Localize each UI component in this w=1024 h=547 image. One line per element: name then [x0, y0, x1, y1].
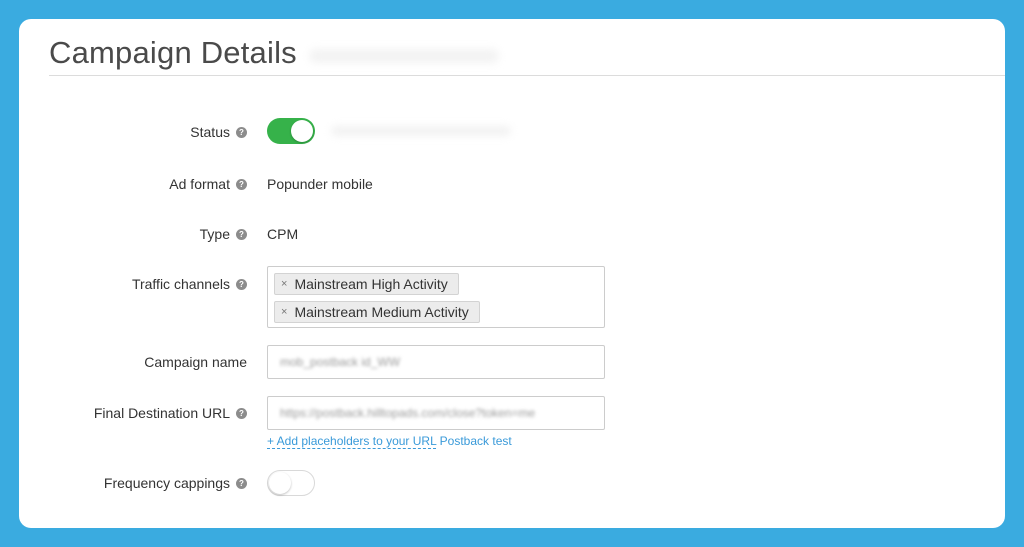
final-destination-url-label-text: Final Destination URL [93, 405, 230, 421]
traffic-channels-multiselect[interactable]: × Mainstream High Activity × Mainstream … [267, 266, 605, 328]
toggle-knob [269, 472, 291, 494]
help-icon[interactable]: ? [236, 178, 247, 190]
type-row: Type ? CPM [19, 225, 1005, 245]
type-label-text: Type [199, 226, 230, 242]
help-icon[interactable]: ? [236, 126, 247, 138]
traffic-channels-label: Traffic channels ? [132, 276, 247, 292]
final-destination-url-row: Final Destination URL ? + Add placeholde… [19, 396, 1005, 449]
traffic-channel-tag: × Mainstream Medium Activity [274, 301, 480, 323]
frequency-cappings-label: Frequency cappings ? [104, 475, 247, 491]
help-icon[interactable]: ? [236, 278, 247, 290]
title-divider [49, 75, 1005, 76]
ad-format-value: Popunder mobile [267, 176, 373, 192]
title-redacted-area [309, 49, 499, 63]
page-title: Campaign Details [49, 35, 297, 70]
add-placeholders-link[interactable]: + Add placeholders to your URL [267, 434, 437, 449]
campaign-name-row: Campaign name [19, 345, 1005, 381]
ad-format-label: Ad format ? [169, 176, 247, 192]
help-icon[interactable]: ? [236, 477, 247, 489]
campaign-name-field[interactable] [267, 345, 605, 379]
campaign-name-label-text: Campaign name [144, 354, 247, 370]
status-redacted-area [331, 126, 511, 136]
status-toggle[interactable] [267, 118, 315, 144]
type-value: CPM [267, 226, 299, 242]
frequency-cappings-row: Frequency cappings ? [19, 470, 1005, 498]
toggle-knob [291, 120, 313, 142]
tag-label: Mainstream High Activity [294, 276, 448, 292]
traffic-channel-tag: × Mainstream High Activity [274, 273, 459, 295]
remove-tag-icon[interactable]: × [281, 274, 287, 294]
final-destination-url-input[interactable] [268, 397, 604, 429]
final-destination-url-label: Final Destination URL ? [94, 405, 247, 421]
status-label-text: Status [190, 124, 230, 140]
campaign-name-input[interactable] [268, 346, 604, 378]
postback-test-link[interactable]: Postback test [440, 434, 512, 448]
status-label: Status ? [190, 124, 247, 140]
url-helper-links: + Add placeholders to your URL Postback … [267, 434, 512, 449]
final-destination-url-field[interactable] [267, 396, 605, 430]
help-icon[interactable]: ? [236, 407, 247, 419]
remove-tag-icon[interactable]: × [281, 302, 287, 322]
status-row: Status ? [19, 118, 1005, 148]
frequency-cappings-label-text: Frequency cappings [103, 475, 230, 491]
traffic-channels-row: Traffic channels ? × Mainstream High Act… [19, 266, 1005, 330]
frequency-cappings-toggle[interactable] [267, 470, 315, 496]
traffic-channels-label-text: Traffic channels [131, 276, 230, 292]
help-icon[interactable]: ? [236, 228, 247, 240]
ad-format-label-text: Ad format [169, 176, 230, 192]
type-label: Type ? [200, 226, 247, 242]
ad-format-row: Ad format ? Popunder mobile [19, 175, 1005, 195]
campaign-details-card: Campaign Details Status ? Ad format ? Po… [19, 19, 1005, 528]
tag-label: Mainstream Medium Activity [294, 304, 469, 320]
campaign-name-label: Campaign name [144, 354, 247, 370]
